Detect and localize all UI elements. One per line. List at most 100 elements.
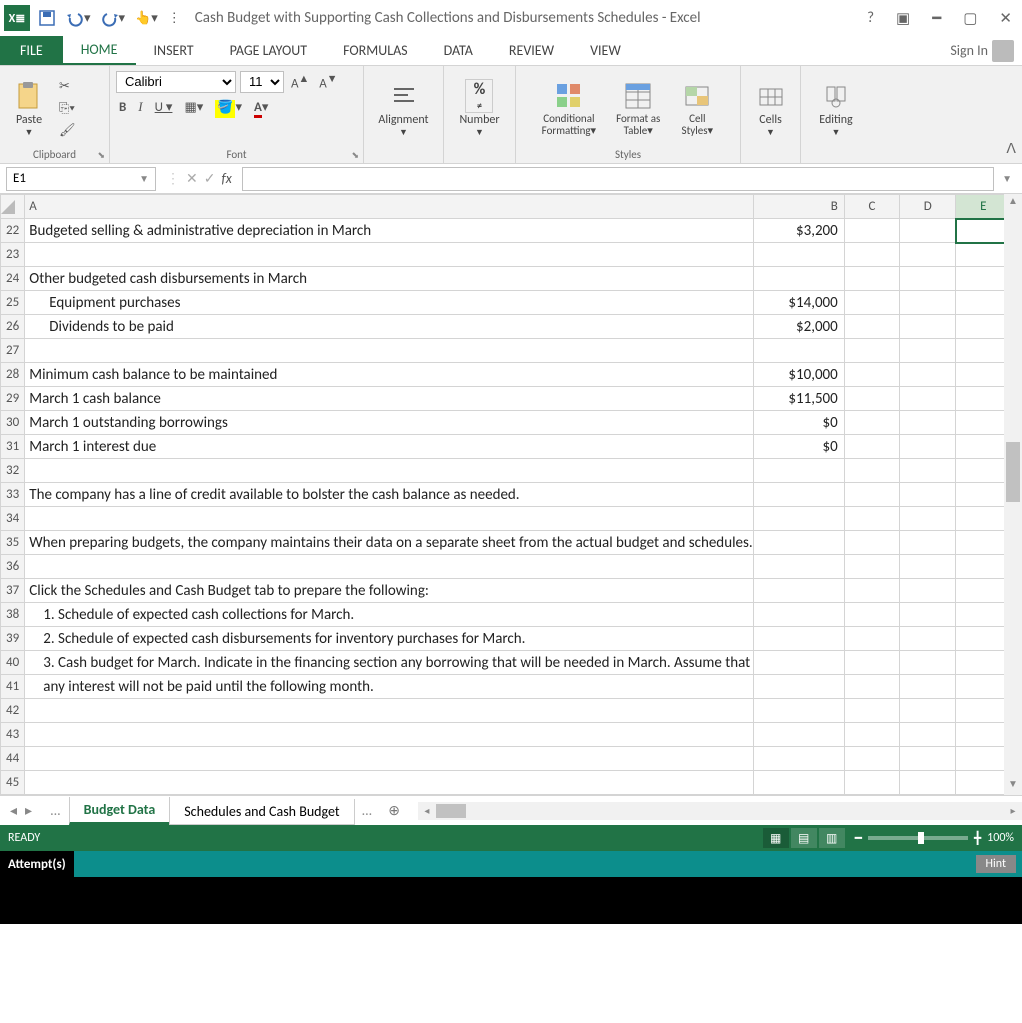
cell[interactable] bbox=[956, 531, 1011, 555]
format-as-table-button[interactable]: Format asTable▾ bbox=[610, 77, 666, 139]
scroll-up-icon[interactable]: ▲ bbox=[1004, 194, 1022, 212]
horizontal-scrollbar[interactable]: ◂ ▸ bbox=[418, 802, 1022, 820]
bold-button[interactable]: B bbox=[116, 98, 129, 117]
cell[interactable]: any interest will not be paid until the … bbox=[25, 675, 753, 699]
cell[interactable]: $0 bbox=[753, 411, 844, 435]
cell[interactable] bbox=[844, 435, 899, 459]
row-header[interactable]: 40 bbox=[1, 651, 25, 675]
cell[interactable]: March 1 outstanding borrowings bbox=[25, 411, 753, 435]
cell[interactable] bbox=[956, 387, 1011, 411]
cell[interactable] bbox=[900, 699, 956, 723]
cell[interactable] bbox=[753, 723, 844, 747]
cell[interactable]: When preparing budgets, the company main… bbox=[25, 531, 753, 555]
cell[interactable]: Other budgeted cash disbursements in Mar… bbox=[25, 267, 753, 291]
row-header[interactable]: 27 bbox=[1, 339, 25, 363]
cell[interactable] bbox=[900, 627, 956, 651]
sheet-tab-schedules[interactable]: Schedules and Cash Budget bbox=[169, 799, 354, 825]
cell[interactable] bbox=[956, 435, 1011, 459]
conditional-formatting-button[interactable]: ConditionalFormatting▾ bbox=[536, 77, 602, 139]
sheet-tab-budget-data[interactable]: Budget Data bbox=[69, 797, 171, 825]
cell[interactable] bbox=[25, 243, 753, 267]
sheet-next-icon[interactable]: ▸ bbox=[25, 802, 32, 819]
tab-insert[interactable]: INSERT bbox=[136, 36, 212, 65]
cell[interactable] bbox=[844, 267, 899, 291]
tab-data[interactable]: DATA bbox=[426, 36, 491, 65]
chevron-down-icon[interactable]: ▼ bbox=[139, 172, 149, 185]
cell-styles-button[interactable]: CellStyles▾ bbox=[674, 77, 720, 139]
cell[interactable]: Minimum cash balance to be maintained bbox=[25, 363, 753, 387]
cell[interactable] bbox=[753, 747, 844, 771]
row-header[interactable]: 42 bbox=[1, 699, 25, 723]
name-box[interactable]: E1 ▼ bbox=[6, 167, 156, 191]
cell[interactable] bbox=[956, 555, 1011, 579]
cell[interactable] bbox=[25, 555, 753, 579]
column-header-D[interactable]: D bbox=[900, 195, 956, 219]
font-name-select[interactable]: Calibri bbox=[116, 71, 236, 93]
copy-icon[interactable]: ⎘▾ bbox=[56, 99, 79, 118]
cell[interactable] bbox=[844, 219, 899, 243]
tab-home[interactable]: HOME bbox=[63, 36, 136, 65]
cell[interactable] bbox=[844, 747, 899, 771]
qat-customize-icon[interactable]: ⋮ bbox=[164, 9, 185, 28]
cell[interactable]: $11,500 bbox=[753, 387, 844, 411]
cell[interactable] bbox=[900, 411, 956, 435]
cell[interactable] bbox=[25, 339, 753, 363]
cell[interactable] bbox=[844, 771, 899, 795]
cell[interactable] bbox=[844, 243, 899, 267]
row-header[interactable]: 37 bbox=[1, 579, 25, 603]
sheet-prev-icon[interactable]: ◂ bbox=[10, 802, 17, 819]
cell[interactable] bbox=[956, 651, 1011, 675]
cell[interactable]: 1. Schedule of expected cash collections… bbox=[25, 603, 753, 627]
zoom-level[interactable]: 100% bbox=[987, 831, 1014, 845]
cell[interactable] bbox=[753, 699, 844, 723]
row-header[interactable]: 25 bbox=[1, 291, 25, 315]
help-icon[interactable]: ? bbox=[861, 7, 880, 29]
paste-button[interactable]: Paste ▼ bbox=[6, 77, 52, 140]
row-header[interactable]: 39 bbox=[1, 627, 25, 651]
row-header[interactable]: 36 bbox=[1, 555, 25, 579]
scroll-left-icon[interactable]: ◂ bbox=[418, 802, 436, 820]
underline-button[interactable]: U ▾ bbox=[152, 98, 176, 117]
hscroll-track[interactable] bbox=[436, 802, 1004, 820]
increase-font-icon[interactable]: A▲ bbox=[288, 70, 312, 93]
row-header[interactable]: 30 bbox=[1, 411, 25, 435]
zoom-in-icon[interactable]: ╋ bbox=[974, 831, 981, 846]
row-header[interactable]: 32 bbox=[1, 459, 25, 483]
cell[interactable] bbox=[900, 579, 956, 603]
cell[interactable] bbox=[753, 531, 844, 555]
row-header[interactable]: 43 bbox=[1, 723, 25, 747]
cell[interactable] bbox=[900, 771, 956, 795]
grid-table[interactable]: A B C D E 22Budgeted selling & administr… bbox=[0, 194, 1022, 795]
touch-mode-icon[interactable]: 👆▾ bbox=[131, 9, 162, 28]
row-header[interactable]: 38 bbox=[1, 603, 25, 627]
cell[interactable] bbox=[900, 675, 956, 699]
cell[interactable] bbox=[844, 411, 899, 435]
cell[interactable] bbox=[844, 675, 899, 699]
cell[interactable]: The company has a line of credit availab… bbox=[25, 483, 753, 507]
column-header-C[interactable]: C bbox=[844, 195, 899, 219]
cell[interactable]: Dividends to be paid bbox=[25, 315, 753, 339]
sheet-dots-right[interactable]: ... bbox=[354, 802, 381, 819]
italic-button[interactable]: I bbox=[135, 97, 145, 117]
zoom-knob[interactable] bbox=[918, 832, 924, 844]
cell[interactable] bbox=[753, 267, 844, 291]
tab-view[interactable]: VIEW bbox=[572, 36, 639, 65]
hscroll-thumb[interactable] bbox=[436, 804, 466, 818]
editing-button[interactable]: Editing ▼ bbox=[813, 77, 859, 140]
number-button[interactable]: %≠ Number ▼ bbox=[453, 77, 505, 140]
cell[interactable] bbox=[956, 507, 1011, 531]
cell[interactable] bbox=[25, 699, 753, 723]
cell[interactable] bbox=[900, 315, 956, 339]
cell[interactable] bbox=[844, 315, 899, 339]
cell[interactable] bbox=[753, 675, 844, 699]
cell[interactable] bbox=[844, 627, 899, 651]
sheet-dots-left[interactable]: ... bbox=[42, 802, 69, 819]
zoom-slider[interactable] bbox=[868, 836, 968, 840]
cell[interactable] bbox=[844, 387, 899, 411]
tab-page-layout[interactable]: PAGE LAYOUT bbox=[212, 36, 325, 65]
cell[interactable] bbox=[753, 651, 844, 675]
cell[interactable] bbox=[956, 723, 1011, 747]
hint-button[interactable]: Hint bbox=[976, 855, 1016, 873]
cut-icon[interactable]: ✂ bbox=[56, 77, 79, 96]
redo-icon[interactable]: ▾ bbox=[97, 7, 130, 29]
